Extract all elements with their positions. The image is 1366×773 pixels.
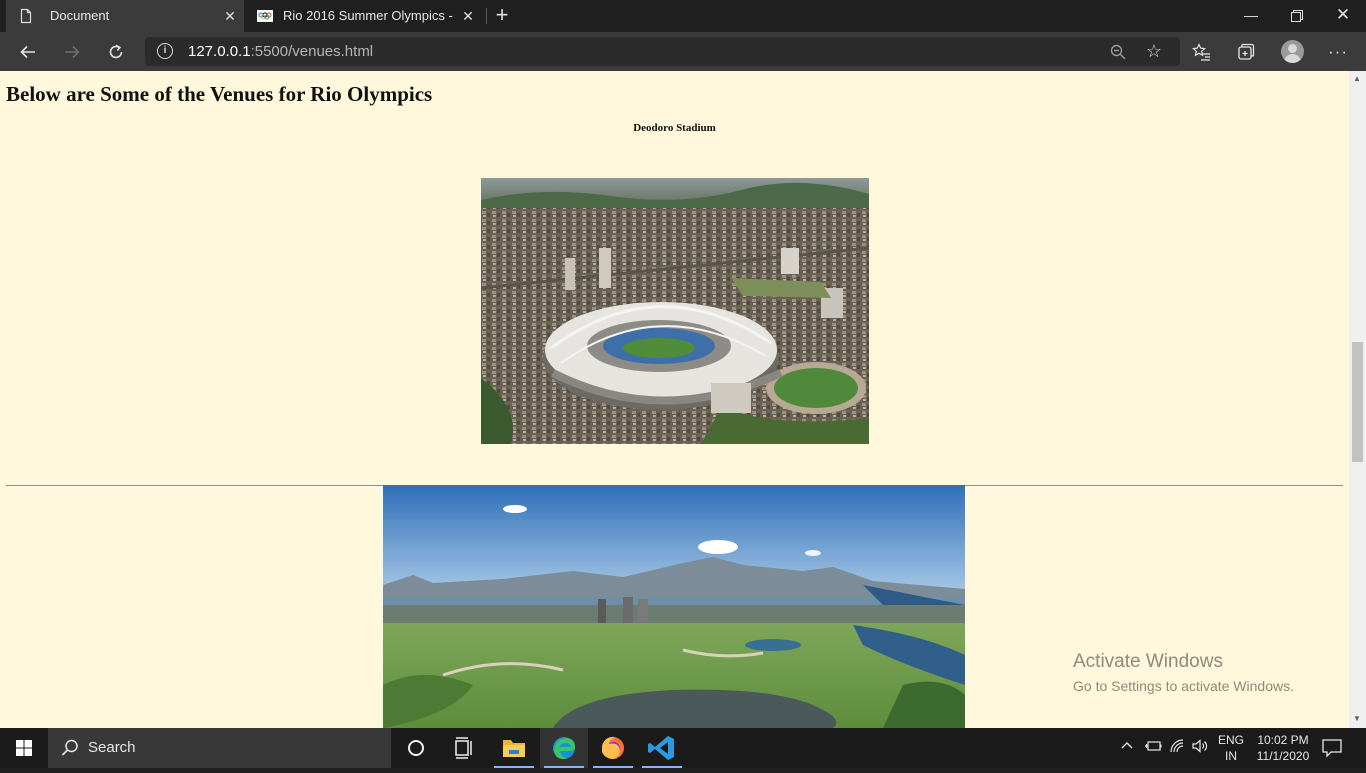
zoom-out-icon[interactable] (1107, 41, 1129, 63)
file-explorer-icon[interactable] (490, 728, 538, 768)
clock-date: 11/1/2020 (1256, 749, 1310, 763)
watermark-title: Activate Windows (1073, 651, 1223, 672)
cortana-icon[interactable] (392, 728, 440, 768)
wifi-icon[interactable] (1170, 739, 1186, 756)
windows-taskbar: Search ENG IN 10:02 PM 11/1/2020 (0, 728, 1366, 768)
volume-icon[interactable] (1192, 739, 1208, 756)
close-icon[interactable]: ✕ (460, 8, 476, 24)
task-view-icon[interactable] (440, 728, 488, 768)
refresh-icon[interactable] (102, 38, 130, 66)
tab-rio-olympics[interactable]: Rio 2016 Summer Olympics - res ✕ (246, 0, 482, 32)
minimize-icon[interactable]: — (1228, 0, 1274, 32)
activate-windows-watermark: Activate Windows Go to Settings to activ… (1073, 651, 1294, 696)
close-icon[interactable]: ✕ (222, 8, 238, 24)
edge-browser-icon[interactable] (540, 728, 588, 768)
back-arrow-icon[interactable] (14, 38, 42, 66)
scroll-up-icon[interactable]: ▲ (1353, 74, 1361, 83)
address-bar[interactable]: i 127.0.0.1:5500/venues.html ☆ (145, 37, 1180, 66)
favorites-icon[interactable] (1188, 38, 1216, 66)
avatar-body (1284, 54, 1301, 63)
url-text[interactable]: 127.0.0.1:5500/venues.html (188, 43, 373, 60)
taskbar-search-box[interactable]: Search (48, 728, 391, 768)
close-window-icon[interactable]: ✕ (1320, 0, 1366, 32)
vscode-icon[interactable] (638, 728, 686, 768)
input-language-indicator[interactable]: ENG IN (1212, 732, 1250, 764)
restore-icon[interactable] (1274, 0, 1320, 32)
scroll-down-icon[interactable]: ▼ (1353, 714, 1361, 723)
avatar-head (1288, 44, 1297, 53)
url-host: 127.0.0.1 (188, 43, 251, 60)
battery-icon[interactable] (1144, 739, 1162, 756)
forward-arrow-icon[interactable] (58, 38, 86, 66)
tab-document[interactable]: Document ✕ (6, 0, 244, 32)
clock-time: 10:02 PM (1257, 733, 1309, 747)
scrollbar-thumb[interactable] (1352, 342, 1363, 462)
venue-caption: Deodoro Stadium (633, 122, 716, 134)
more-options-icon[interactable]: ··· (1324, 38, 1352, 66)
firefox-icon[interactable] (589, 728, 637, 768)
collections-icon[interactable] (1232, 38, 1260, 66)
olympic-rings-icon (257, 8, 273, 24)
language-code: ENG (1217, 733, 1244, 747)
page-viewport: Below are Some of the Venues for Rio Oly… (0, 71, 1366, 728)
star-icon[interactable]: ☆ (1143, 40, 1165, 62)
tab-title: Rio 2016 Summer Olympics - res (283, 8, 457, 23)
windows-start-icon[interactable] (0, 728, 48, 768)
browser-toolbar: i 127.0.0.1:5500/venues.html ☆ ··· (0, 32, 1366, 71)
notifications-icon[interactable] (1320, 738, 1344, 758)
tab-title: Document (50, 8, 110, 23)
tab-divider (486, 8, 487, 24)
vertical-scrollbar[interactable]: ▲ ▼ (1349, 71, 1366, 728)
url-path: :5500/venues.html (250, 43, 374, 60)
system-clock[interactable]: 10:02 PM 11/1/2020 (1252, 732, 1314, 764)
search-icon (60, 738, 80, 758)
deodoro-stadium-image (481, 178, 869, 444)
browser-tab-bar: Document ✕ Rio 2016 Summer Olympics - re… (0, 0, 1366, 32)
page-heading: Below are Some of the Venues for Rio Oly… (6, 82, 433, 106)
document-icon (18, 8, 34, 24)
show-hidden-icons-chevron-icon[interactable] (1120, 739, 1134, 756)
info-icon[interactable]: i (157, 43, 173, 59)
watermark-subtitle: Go to Settings to activate Windows. (1073, 678, 1294, 694)
language-region: IN (1225, 749, 1237, 763)
search-placeholder: Search (88, 739, 136, 756)
new-tab-icon[interactable]: + (490, 3, 514, 27)
olympic-golf-course-image (383, 485, 965, 728)
profile-avatar[interactable] (1281, 40, 1304, 63)
